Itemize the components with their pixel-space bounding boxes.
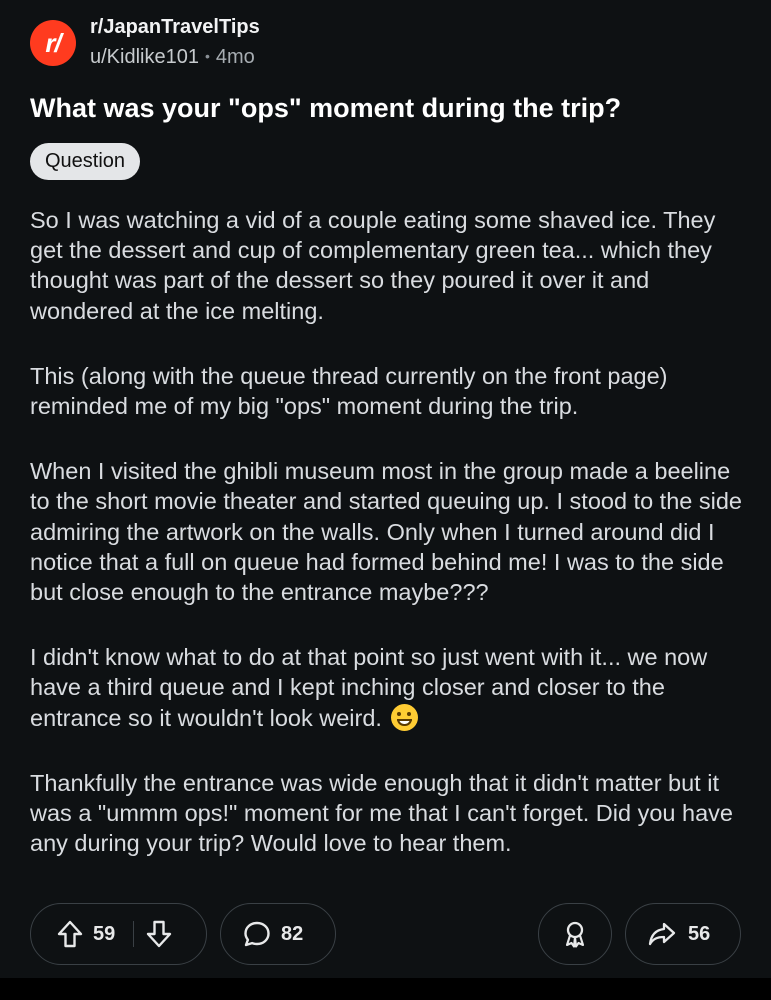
comments-button[interactable]: 82 xyxy=(220,903,336,965)
vote-bar: 59 xyxy=(30,903,207,965)
arrow-up-icon[interactable] xyxy=(57,920,83,948)
vote-divider xyxy=(133,921,135,947)
post-body: So I was watching a vid of a couple eati… xyxy=(30,205,750,893)
post-header: r/ r/JapanTravelTips u/Kidlike101 • 4mo xyxy=(30,14,730,74)
arrow-down-icon[interactable] xyxy=(146,920,172,948)
body-paragraph: When I visited the ghibli museum most in… xyxy=(30,458,742,606)
subreddit-name[interactable]: r/JapanTravelTips xyxy=(90,16,260,39)
comment-bubble-icon xyxy=(243,920,271,948)
author-name[interactable]: u/Kidlike101 xyxy=(90,46,199,68)
award-icon xyxy=(561,920,589,948)
upvote-count: 59 xyxy=(93,922,116,945)
body-paragraph: So I was watching a vid of a couple eati… xyxy=(30,207,716,324)
share-count: 56 xyxy=(688,922,711,945)
bottom-bar xyxy=(0,978,771,1000)
body-paragraph: Thankfully the entrance was wide enough … xyxy=(30,769,733,857)
share-button[interactable]: 56 xyxy=(625,903,741,965)
body-paragraph: I didn't know what to do at that point s… xyxy=(30,642,750,733)
share-arrow-icon xyxy=(648,921,676,947)
body-paragraph: This (along with the queue thread curren… xyxy=(30,362,668,420)
grinning-sweat-emoji-icon xyxy=(391,703,419,731)
post-title: What was your "ops" moment during the tr… xyxy=(30,93,622,123)
body-paragraph-text: I didn't know what to do at that point s… xyxy=(30,644,708,731)
post-age: 4mo xyxy=(215,46,255,68)
post-flair[interactable]: Question xyxy=(30,143,141,180)
award-button[interactable] xyxy=(538,903,612,965)
comment-count: 82 xyxy=(281,922,304,945)
post-meta: u/Kidlike101 • 4mo xyxy=(90,46,255,69)
separator-dot: • xyxy=(204,48,210,64)
subreddit-icon[interactable]: r/ xyxy=(30,20,76,66)
